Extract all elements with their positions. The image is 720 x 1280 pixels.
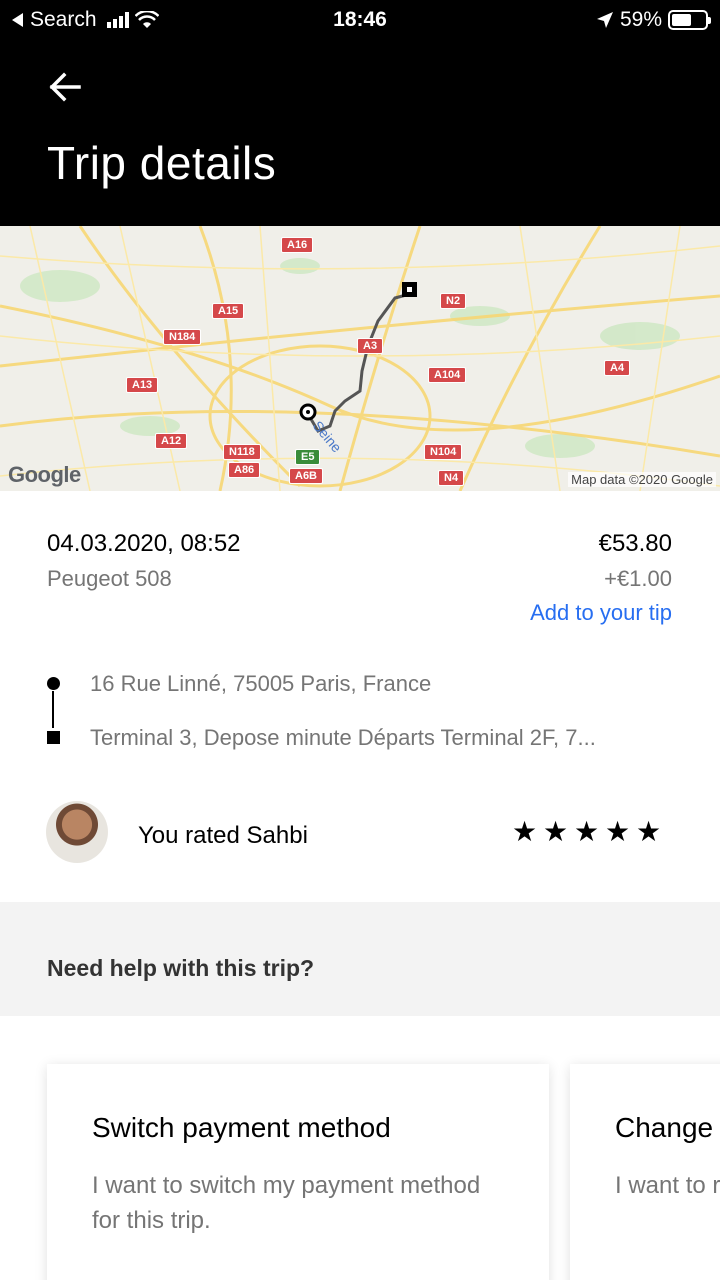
rating-text: You rated Sahbi [138,822,308,849]
trip-map[interactable]: Seine A16 N2 A15 N184 A3 A104 A4 A13 A12… [0,226,720,491]
road-badge: N184 [163,329,202,345]
star-icon: ★ [511,816,538,847]
road-badge: A4 [604,360,631,376]
dropoff-address: Terminal 3, Depose minute Départs Termin… [90,725,596,750]
status-right: 59% [596,8,711,32]
trip-tip: +€1.00 [604,566,672,591]
trip-price: €53.80 [598,530,672,557]
map-credit[interactable]: Map data ©2020 Google [568,472,716,487]
road-badge: N104 [424,444,463,460]
dropoff-square-icon [47,731,60,744]
star-icon: ★ [573,816,600,847]
rating-stars: ★ ★ ★ ★ ★ [511,815,662,849]
page-title: Trip details [47,137,277,189]
card-title: Switch payment method [92,1112,391,1143]
trip-datetime: 04.03.2020, 08:52 [47,530,241,557]
road-badge: A13 [126,377,159,393]
driver-avatar [46,801,108,863]
pickup-dot-icon [47,677,60,690]
help-title: Need help with this trip? [47,955,315,981]
route-connector [52,691,54,728]
back-button[interactable] [44,66,86,108]
road-badge: N2 [440,293,467,309]
card-description: I want to switch my payment method for t… [92,1172,481,1234]
road-badge: A16 [281,237,314,253]
road-badge: N118 [223,444,261,460]
card-title: Change [615,1112,714,1143]
help-card-switch-payment[interactable]: Switch payment method I want to switch m… [47,1064,549,1280]
header: Search 18:46 59% Trip details [0,0,720,226]
battery-percent: 59% [619,8,662,31]
star-icon: ★ [604,816,631,847]
road-badge: A15 [212,303,245,319]
map-roads: Seine [0,226,720,491]
star-icon: ★ [542,816,569,847]
arrow-left-icon [49,72,81,102]
google-logo: Google [8,462,81,487]
road-badge: A12 [155,433,188,449]
pickup-address: 16 Rue Linné, 75005 Paris, France [90,671,432,696]
help-cards-carousel[interactable]: Switch payment method I want to switch m… [0,1016,720,1280]
road-badge: A6B [289,468,324,484]
route-path [306,292,411,433]
battery-fill [672,14,691,26]
road-badge: E5 [295,449,321,465]
location-arrow-icon [596,12,613,28]
status-bar: Search 18:46 59% [0,0,720,40]
battery-icon [668,10,711,30]
add-tip-link[interactable]: Add to your tip [530,600,672,626]
trip-vehicle: Peugeot 508 [47,566,172,591]
help-card-change-rating[interactable]: Change I want to rating. [570,1064,720,1280]
star-icon: ★ [635,816,662,847]
road-badge: N4 [438,470,465,486]
road-badge: A104 [428,367,467,383]
card-description: I want to rating. [615,1172,720,1199]
road-badge: A3 [357,338,384,354]
road-badge: A86 [228,462,261,478]
